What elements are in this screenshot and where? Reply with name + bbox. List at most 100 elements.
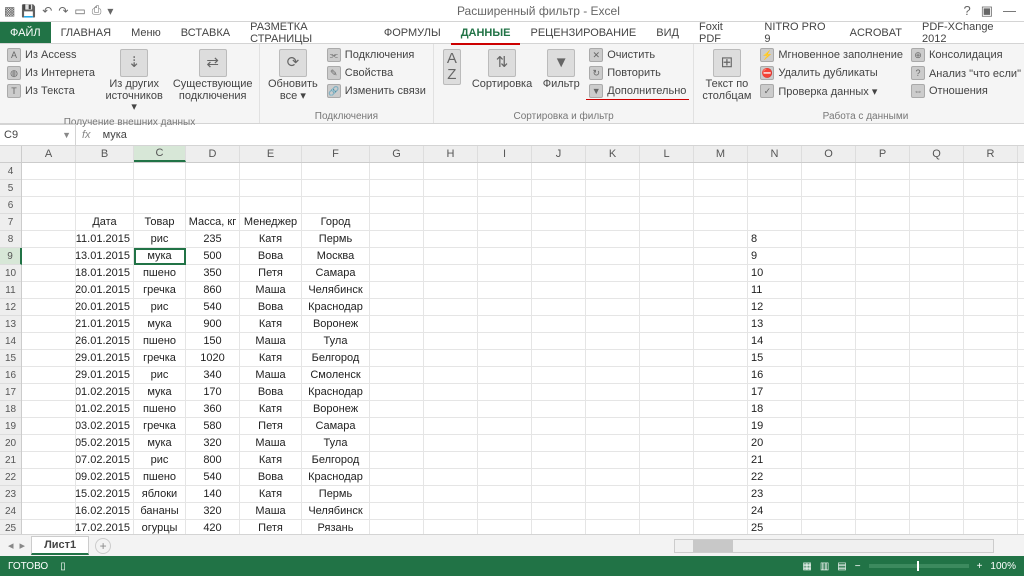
cell[interactable] bbox=[856, 282, 910, 299]
cell[interactable] bbox=[586, 180, 640, 197]
fx-icon[interactable]: fx bbox=[76, 129, 97, 141]
cell[interactable] bbox=[694, 316, 748, 333]
cell[interactable] bbox=[478, 486, 532, 503]
cell[interactable] bbox=[910, 333, 964, 350]
cell[interactable] bbox=[302, 163, 370, 180]
cell[interactable] bbox=[964, 248, 1018, 265]
new-icon[interactable]: ▭ bbox=[74, 4, 85, 18]
cell[interactable] bbox=[910, 452, 964, 469]
cell[interactable] bbox=[586, 401, 640, 418]
cell[interactable]: Тула bbox=[302, 435, 370, 452]
cell[interactable] bbox=[964, 469, 1018, 486]
cell[interactable]: 17.02.2015 bbox=[76, 520, 134, 534]
cell[interactable] bbox=[424, 316, 478, 333]
cell[interactable]: рис bbox=[134, 231, 186, 248]
cell[interactable] bbox=[964, 486, 1018, 503]
cell[interactable] bbox=[532, 163, 586, 180]
cell[interactable] bbox=[586, 367, 640, 384]
cell[interactable] bbox=[910, 486, 964, 503]
cell[interactable] bbox=[424, 452, 478, 469]
cells-area[interactable]: ДатаТоварМасса, кгМенеджерГород11.01.201… bbox=[22, 163, 1024, 534]
cell[interactable] bbox=[1018, 486, 1024, 503]
tab-view[interactable]: ВИД bbox=[646, 22, 689, 43]
cell[interactable] bbox=[748, 197, 802, 214]
cell[interactable]: 23 bbox=[748, 486, 802, 503]
cell[interactable] bbox=[302, 180, 370, 197]
row-header[interactable]: 9 bbox=[0, 248, 22, 265]
cell[interactable] bbox=[586, 282, 640, 299]
cell[interactable] bbox=[964, 231, 1018, 248]
cell[interactable] bbox=[478, 282, 532, 299]
cell[interactable]: Менеджер bbox=[240, 214, 302, 231]
cell[interactable]: Белгород bbox=[302, 350, 370, 367]
cell[interactable]: Петя bbox=[240, 418, 302, 435]
cell[interactable] bbox=[424, 163, 478, 180]
cell[interactable] bbox=[532, 401, 586, 418]
cell[interactable]: 01.02.2015 bbox=[76, 384, 134, 401]
cell[interactable]: Белгород bbox=[302, 452, 370, 469]
cell[interactable]: 900 bbox=[186, 316, 240, 333]
cell[interactable] bbox=[856, 469, 910, 486]
cell[interactable] bbox=[1018, 197, 1024, 214]
cell[interactable] bbox=[694, 282, 748, 299]
cell[interactable] bbox=[424, 503, 478, 520]
cell[interactable]: 500 bbox=[186, 248, 240, 265]
column-header-I[interactable]: I bbox=[478, 146, 532, 162]
cell[interactable]: 340 bbox=[186, 367, 240, 384]
cell[interactable] bbox=[964, 418, 1018, 435]
cell[interactable]: 07.02.2015 bbox=[76, 452, 134, 469]
select-all-corner[interactable] bbox=[0, 146, 22, 163]
minimize-icon[interactable]: — bbox=[1003, 3, 1016, 19]
cell[interactable]: Москва bbox=[302, 248, 370, 265]
cell[interactable] bbox=[802, 452, 856, 469]
cell[interactable] bbox=[478, 265, 532, 282]
column-header-C[interactable]: C bbox=[134, 146, 186, 162]
tab-review[interactable]: РЕЦЕНЗИРОВАНИЕ bbox=[520, 22, 646, 43]
row-header[interactable]: 15 bbox=[0, 350, 21, 367]
cell[interactable] bbox=[964, 401, 1018, 418]
cell[interactable]: Катя bbox=[240, 401, 302, 418]
cell[interactable] bbox=[186, 197, 240, 214]
cell[interactable] bbox=[478, 469, 532, 486]
view-layout-icon[interactable]: ▥ bbox=[820, 561, 829, 572]
cell[interactable] bbox=[748, 214, 802, 231]
cell[interactable] bbox=[532, 503, 586, 520]
cell[interactable]: Тула bbox=[302, 333, 370, 350]
cell[interactable] bbox=[370, 418, 424, 435]
cell[interactable] bbox=[910, 350, 964, 367]
cell[interactable]: 8 bbox=[748, 231, 802, 248]
tab-file[interactable]: ФАЙЛ bbox=[0, 22, 51, 43]
cell[interactable]: 860 bbox=[186, 282, 240, 299]
cell[interactable] bbox=[478, 435, 532, 452]
cell[interactable] bbox=[22, 163, 76, 180]
cell[interactable]: Воронеж bbox=[302, 401, 370, 418]
cell[interactable]: 25 bbox=[748, 520, 802, 534]
cell[interactable]: гречка bbox=[134, 350, 186, 367]
cell[interactable] bbox=[134, 163, 186, 180]
cell[interactable] bbox=[22, 299, 76, 316]
tab-home[interactable]: ГЛАВНАЯ bbox=[51, 22, 121, 43]
cell[interactable] bbox=[694, 163, 748, 180]
cell[interactable]: 19 bbox=[748, 418, 802, 435]
cell[interactable]: 580 bbox=[186, 418, 240, 435]
cell[interactable] bbox=[424, 214, 478, 231]
cell[interactable] bbox=[856, 435, 910, 452]
cell[interactable]: 540 bbox=[186, 299, 240, 316]
cell[interactable] bbox=[748, 180, 802, 197]
cell[interactable]: 24 bbox=[748, 503, 802, 520]
cell[interactable] bbox=[802, 180, 856, 197]
cell[interactable] bbox=[856, 214, 910, 231]
cell[interactable] bbox=[22, 197, 76, 214]
cell[interactable] bbox=[22, 452, 76, 469]
cell[interactable] bbox=[694, 350, 748, 367]
cell[interactable] bbox=[370, 316, 424, 333]
cell[interactable] bbox=[76, 197, 134, 214]
cell[interactable]: Воронеж bbox=[302, 316, 370, 333]
cell[interactable] bbox=[22, 384, 76, 401]
text-to-columns-button[interactable]: ⊞Текст по столбцам bbox=[700, 47, 753, 104]
sheet-next-icon[interactable]: ▸ bbox=[20, 539, 26, 552]
cell[interactable]: Маша bbox=[240, 282, 302, 299]
row-header[interactable]: 21 bbox=[0, 452, 21, 469]
cell[interactable]: 16 bbox=[748, 367, 802, 384]
cell[interactable] bbox=[910, 401, 964, 418]
